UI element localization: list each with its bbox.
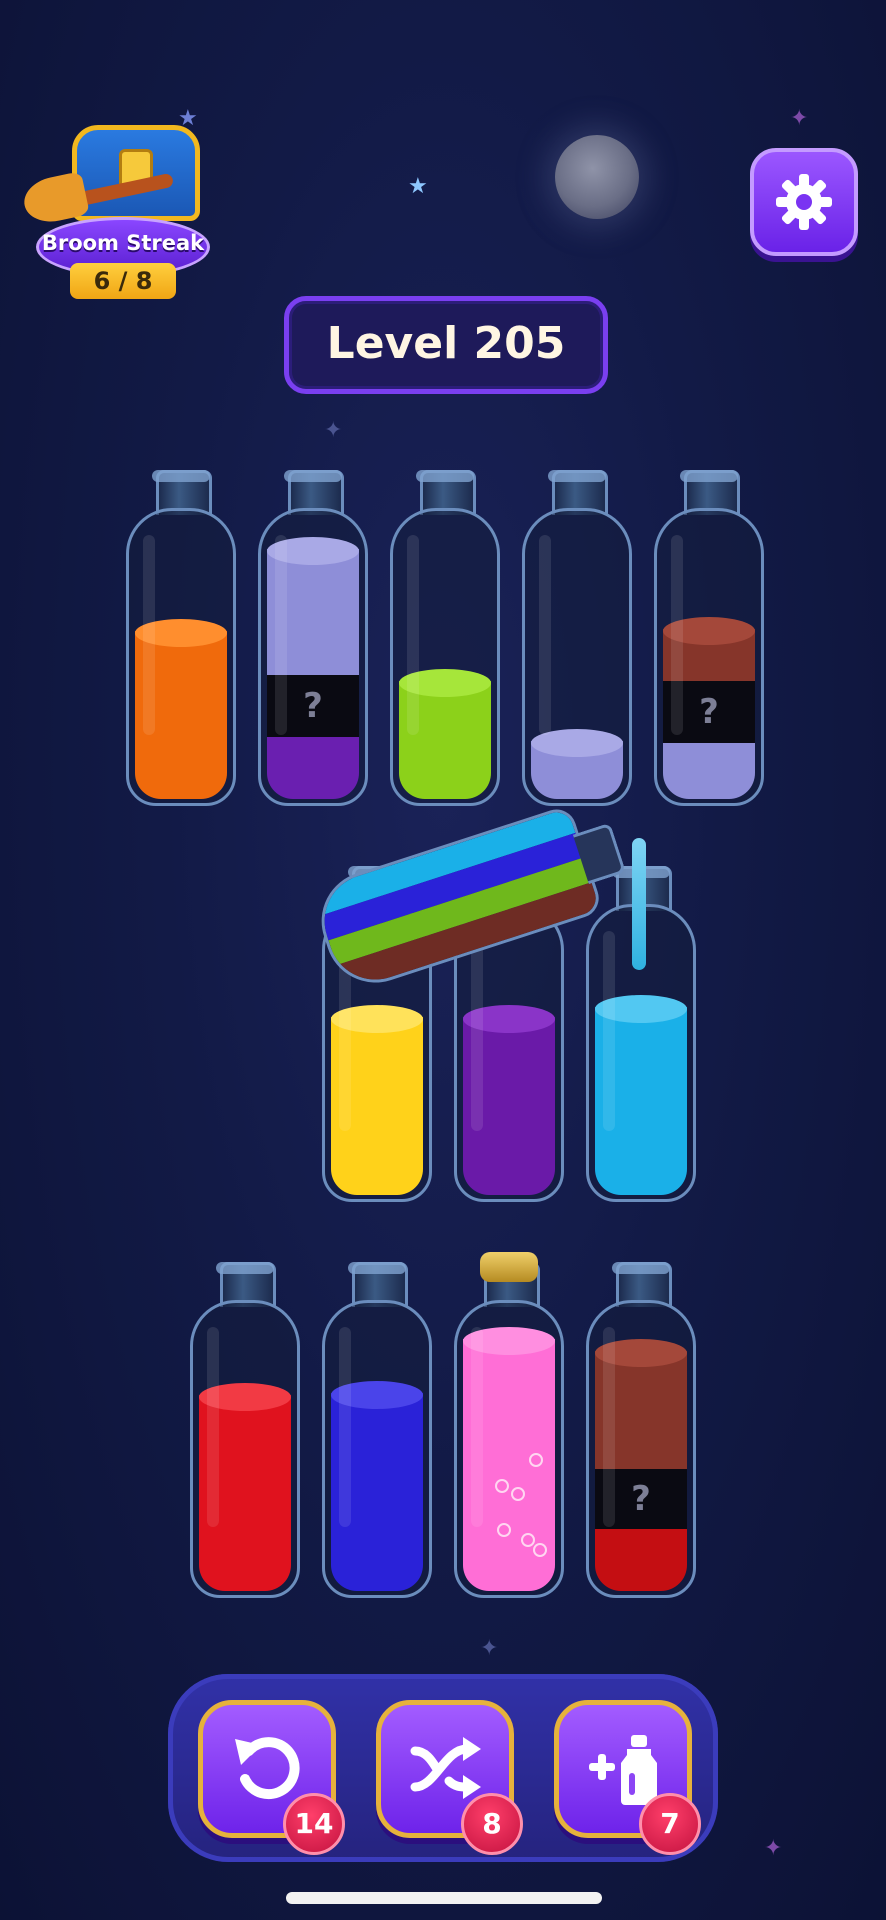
shuffle-button[interactable]: 8 — [376, 1700, 523, 1855]
liquid-violet — [463, 1017, 555, 1195]
star-decoration: ★ — [408, 174, 428, 199]
bubble — [529, 1453, 543, 1467]
settings-button[interactable] — [750, 148, 858, 256]
pouring-stream — [632, 838, 646, 970]
bottle-glass — [454, 1300, 564, 1598]
level-title-plate: Level 205 — [284, 296, 608, 394]
liquid-purple — [267, 737, 359, 799]
liquid-surface — [595, 1339, 687, 1367]
liquid-blue — [331, 1393, 423, 1591]
add-bottle-icon — [589, 1735, 657, 1805]
bottle-rim — [680, 470, 738, 482]
bottle-rim — [216, 1262, 274, 1274]
powerup-toolbar: 14 8 7 — [168, 1674, 718, 1862]
liquid-orange — [135, 631, 227, 799]
liquid-lavender — [267, 549, 359, 675]
star-decoration: ✦ — [480, 1636, 499, 1661]
bubble — [521, 1533, 535, 1547]
bottle-5[interactable]: ? — [654, 470, 764, 806]
bottle-rim — [284, 470, 342, 482]
mystery-layer: ? — [267, 675, 359, 737]
streak-title: Broom Streak — [41, 231, 205, 255]
broom-streak-badge[interactable]: Broom Streak 6 / 8 — [14, 115, 214, 305]
gear-icon — [776, 174, 832, 230]
bottle-glass — [126, 508, 236, 806]
liquid-brown — [595, 1351, 687, 1469]
add-bottle-button[interactable]: 7 — [554, 1700, 701, 1855]
liquid-cyan — [595, 1007, 687, 1195]
bottle-2[interactable]: ? — [258, 470, 368, 806]
moon-decoration — [555, 135, 639, 219]
liquid-lavender — [663, 743, 755, 799]
liquid-yellow — [331, 1017, 423, 1195]
streak-progress: 6 / 8 — [70, 263, 176, 299]
undo-count-badge: 14 — [283, 1793, 345, 1855]
bottle-3[interactable] — [390, 470, 500, 806]
bottle-12[interactable]: ? — [586, 1262, 696, 1598]
liquid-red — [595, 1529, 687, 1591]
bottle-glass: ? — [258, 508, 368, 806]
home-indicator[interactable] — [286, 1892, 602, 1904]
cork-cap-icon — [480, 1252, 538, 1282]
undo-icon — [235, 1737, 300, 1800]
bottle-10[interactable] — [322, 1262, 432, 1598]
mystery-layer: ? — [595, 1469, 687, 1529]
bottle-1[interactable] — [126, 470, 236, 806]
liquid-surface — [463, 1327, 555, 1355]
bottle-glass — [390, 508, 500, 806]
add-bottle-count-badge: 7 — [639, 1793, 701, 1855]
liquid-surface — [135, 619, 227, 647]
bubble — [495, 1479, 509, 1493]
liquid-surface — [463, 1005, 555, 1033]
bottle-glass — [190, 1300, 300, 1598]
bottle-rim — [152, 470, 210, 482]
undo-button[interactable]: 14 — [198, 1700, 345, 1855]
liquid-lime — [399, 681, 491, 799]
level-title: Level 205 — [326, 318, 566, 369]
bottle-4[interactable] — [522, 470, 632, 806]
star-decoration: ✦ — [324, 418, 343, 443]
shuffle-icon — [410, 1737, 481, 1799]
bubble — [497, 1523, 511, 1537]
liquid-surface — [531, 729, 623, 757]
bottle-glass: ? — [654, 508, 764, 806]
bottle-rim — [416, 470, 474, 482]
bottle-9[interactable] — [190, 1262, 300, 1598]
liquid-red — [199, 1395, 291, 1591]
bottle-glass: ? — [586, 1300, 696, 1598]
liquid-surface — [595, 995, 687, 1023]
bottle-rim — [348, 1262, 406, 1274]
bubble — [533, 1543, 547, 1557]
liquid-surface — [663, 617, 755, 645]
liquid-surface — [199, 1383, 291, 1411]
liquid-surface — [331, 1005, 423, 1033]
liquid-surface — [267, 537, 359, 565]
bottle-glass — [322, 1300, 432, 1598]
bottle-rim — [548, 470, 606, 482]
mystery-layer: ? — [663, 681, 755, 743]
star-decoration: ✦ — [764, 1836, 783, 1861]
liquid-surface — [331, 1381, 423, 1409]
bubble — [511, 1487, 525, 1501]
liquid-surface — [399, 669, 491, 697]
star-decoration: ✦ — [790, 106, 809, 131]
bottle-11-completed[interactable] — [454, 1252, 564, 1598]
shuffle-count-badge: 8 — [461, 1793, 523, 1855]
bottle-glass — [522, 508, 632, 806]
bottle-rim — [612, 1262, 670, 1274]
